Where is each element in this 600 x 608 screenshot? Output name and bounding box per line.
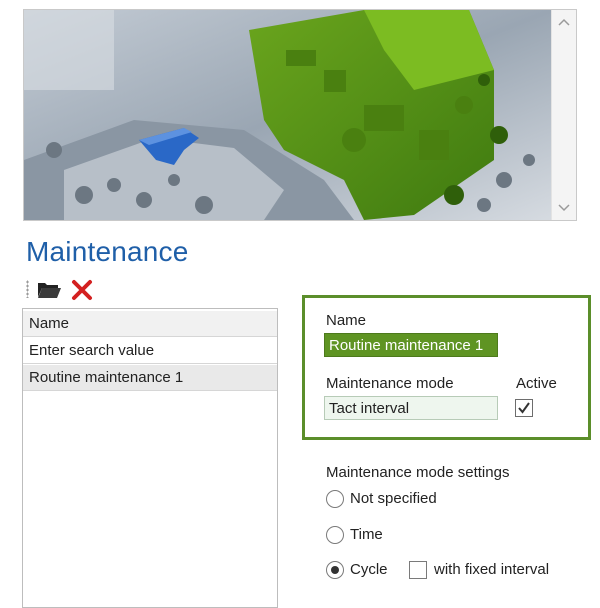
radio-time[interactable] <box>326 526 344 544</box>
page-title: Maintenance <box>26 236 189 267</box>
radio-not-specified[interactable] <box>326 490 344 508</box>
fixed-interval-checkbox[interactable] <box>409 561 427 579</box>
active-checkbox[interactable] <box>515 399 533 417</box>
name-label: Name <box>326 312 367 329</box>
delete-button[interactable] <box>70 278 94 302</box>
open-folder-button[interactable] <box>36 279 62 301</box>
maintenance-details-box: Name Routine maintenance 1 Maintenance m… <box>302 295 591 440</box>
name-field[interactable]: Routine maintenance 1 <box>324 333 498 357</box>
radio-not-specified-label: Not specified <box>350 490 437 507</box>
radio-time-label: Time <box>350 526 383 543</box>
chevron-up-icon[interactable] <box>558 18 570 26</box>
radio-cycle[interactable] <box>326 561 344 579</box>
list-item[interactable]: Routine maintenance 1 <box>23 365 277 391</box>
maintenance-mode-label: Maintenance mode <box>326 375 454 392</box>
toolbar-grip <box>26 280 29 298</box>
image-scrollbar[interactable] <box>551 10 576 220</box>
delete-x-icon <box>72 280 92 300</box>
search-input[interactable]: Enter search value <box>23 338 277 364</box>
folder-open-icon <box>38 283 61 298</box>
active-label: Active <box>516 375 557 392</box>
machine-image-panel <box>23 9 577 221</box>
list-header-name[interactable]: Name <box>23 311 277 337</box>
checkmark-icon <box>518 402 530 414</box>
mode-settings-title: Maintenance mode settings <box>326 464 510 481</box>
fixed-interval-label: with fixed interval <box>434 561 550 578</box>
maintenance-mode-field[interactable]: Tact interval <box>324 396 498 420</box>
maintenance-list: Name Enter search value Routine maintena… <box>22 308 278 608</box>
radio-cycle-label: Cycle <box>350 561 388 578</box>
machine-image <box>24 10 554 220</box>
chevron-down-icon[interactable] <box>558 204 570 212</box>
